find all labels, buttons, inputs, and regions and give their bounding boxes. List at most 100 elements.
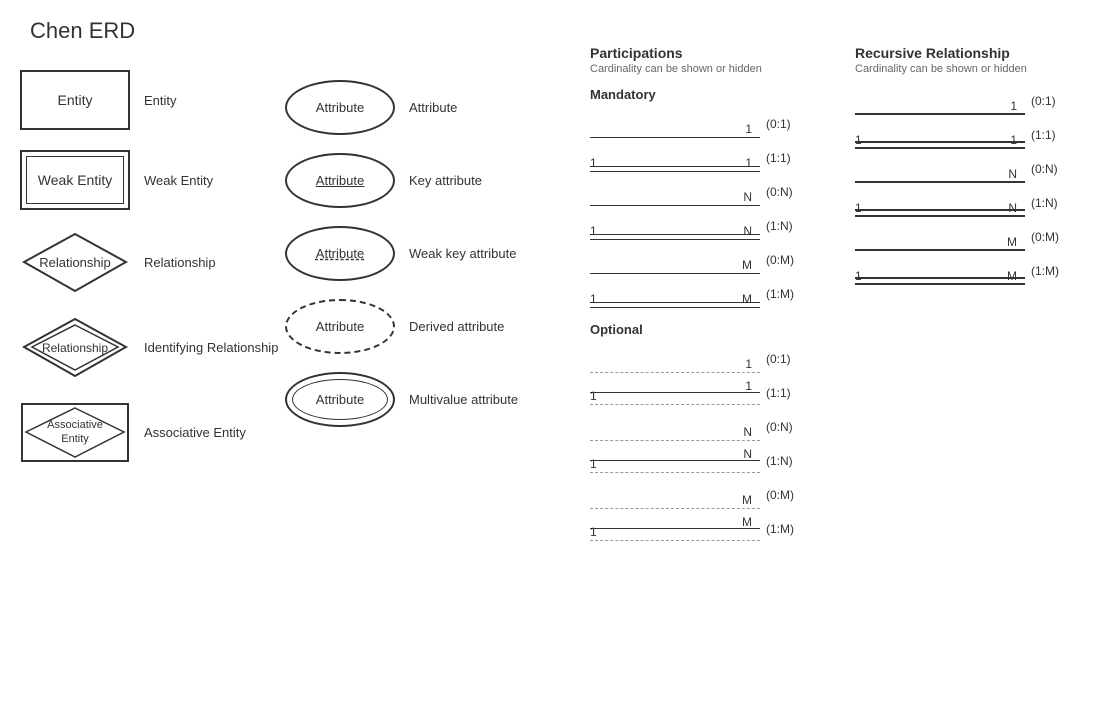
- recursive-section: Recursive Relationship Cardinality can b…: [855, 45, 1076, 291]
- mandatory-0-m-row: M (0:M): [590, 246, 811, 274]
- optional-1-n-row: 1 N (1:N): [590, 447, 811, 475]
- page-title: Chen ERD: [30, 18, 135, 44]
- optional-0-m-line: M: [590, 481, 760, 509]
- rec-0-m-line: M: [855, 223, 1025, 251]
- entity-label: Entity: [144, 93, 264, 108]
- weak-key-attribute-row: Attribute Weak key attribute: [285, 226, 539, 281]
- optional-1-n-line: 1 N: [590, 443, 760, 479]
- optional-1-1-line: 1 1: [590, 375, 760, 411]
- derived-attribute-label: Derived attribute: [409, 319, 539, 334]
- rec-1-1-row: 1 1 (1:1): [855, 121, 1076, 149]
- mandatory-0-1-right: 1: [745, 122, 752, 136]
- optional-0-n-row: N (0:N): [590, 413, 811, 441]
- mandatory-title: Mandatory: [590, 87, 811, 102]
- mandatory-1-1-label: (1:1): [766, 151, 811, 165]
- derived-attribute-shape: Attribute: [285, 299, 395, 354]
- optional-0-n-line: N: [590, 413, 760, 441]
- rec-1-n-right: N: [1008, 201, 1017, 215]
- recursive-title: Recursive Relationship: [855, 45, 1076, 61]
- attribute-shape-label: Attribute: [316, 100, 364, 115]
- mandatory-1-m-left: 1: [590, 292, 597, 306]
- optional-1-m-solid-top: [590, 528, 760, 529]
- weak-entity-row: Weak Entity Weak Entity: [20, 150, 278, 210]
- rec-1-m-label: (1:M): [1031, 264, 1076, 278]
- key-attribute-row: Attribute Key attribute: [285, 153, 539, 208]
- mandatory-1-m-line: 1 M: [590, 280, 760, 308]
- participations-subtitle: Cardinality can be shown or hidden: [590, 63, 811, 75]
- optional-0-n-right: N: [743, 425, 752, 439]
- derived-shape-label: Attribute: [316, 319, 364, 334]
- rec-0-m-solid-line: [855, 249, 1025, 251]
- rec-0-1-row: 1 (0:1): [855, 87, 1076, 115]
- mandatory-1-1-right: 1: [745, 156, 752, 170]
- mandatory-0-1-row: 1 (0:1): [590, 110, 811, 138]
- mandatory-1-n-double-line: [590, 239, 760, 240]
- rec-0-m-row: M (0:M): [855, 223, 1076, 251]
- optional-1-1-right: 1: [745, 379, 752, 393]
- optional-0-1-row: 1 (0:1): [590, 345, 811, 373]
- attributes-column: Attribute Attribute Attribute Key attrib…: [285, 70, 539, 445]
- mandatory-0-m-right: M: [742, 258, 752, 272]
- optional-1-m-dashed-bottom: [590, 540, 760, 541]
- mandatory-1-m-row: 1 M (1:M): [590, 280, 811, 308]
- optional-0-m-label: (0:M): [766, 488, 811, 502]
- key-attribute-label: Key attribute: [409, 173, 539, 188]
- rec-0-n-line: N: [855, 155, 1025, 183]
- rec-1-m-left: 1: [855, 269, 862, 283]
- mandatory-1-1-line: 1 1: [590, 144, 760, 172]
- multivalue-attribute-label: Multivalue attribute: [409, 392, 539, 407]
- mandatory-1-1-double-line: [590, 171, 760, 172]
- mandatory-1-n-line: 1 N: [590, 212, 760, 240]
- associative-entity-label: Associative Entity: [144, 425, 264, 440]
- mandatory-0-n-line: N: [590, 178, 760, 206]
- optional-1-n-solid-top: [590, 460, 760, 461]
- rec-0-1-solid-line: [855, 113, 1025, 115]
- mandatory-1-m-label: (1:M): [766, 287, 811, 301]
- identifying-relationship-row: Relationship Identifying Relationship: [20, 315, 278, 380]
- optional-1-n-right: N: [743, 447, 752, 461]
- optional-1-n-dashed-bottom: [590, 472, 760, 473]
- entity-shape-label: Entity: [57, 92, 92, 108]
- rec-0-m-right: M: [1007, 235, 1017, 249]
- mandatory-1-1-row: 1 1 (1:1): [590, 144, 811, 172]
- rec-1-n-line: 1 N: [855, 189, 1025, 217]
- assoc-entity-shape-label: AssociativeEntity: [47, 419, 103, 445]
- rec-1-n-double-line: [855, 215, 1025, 217]
- attribute-shape: Attribute: [285, 80, 395, 135]
- weak-key-shape-label: Attribute: [316, 246, 364, 261]
- rec-1-m-line: 1 M: [855, 257, 1025, 285]
- rec-1-m-right: M: [1007, 269, 1017, 283]
- relationship-label: Relationship: [144, 255, 264, 270]
- rec-1-1-left: 1: [855, 133, 862, 147]
- attribute-label: Attribute: [409, 100, 539, 115]
- mandatory-1-n-left: 1: [590, 224, 597, 238]
- mandatory-0-n-label: (0:N): [766, 185, 811, 199]
- mandatory-1-m-right: M: [742, 292, 752, 306]
- optional-0-m-dashed-line: [590, 508, 760, 509]
- multivalue-attribute-row: Attribute Multivalue attribute: [285, 372, 539, 427]
- id-relationship-shape-label: Relationship: [42, 341, 108, 355]
- optional-1-1-solid-top: [590, 392, 760, 393]
- optional-1-m-row: 1 M (1:M): [590, 515, 811, 543]
- relationship-row: Relationship Relationship: [20, 230, 278, 295]
- identifying-relationship-shape: Relationship: [20, 315, 130, 380]
- mandatory-0-1-line: 1: [590, 110, 760, 138]
- rec-0-1-label: (0:1): [1031, 94, 1076, 108]
- rec-1-m-row: 1 M (1:M): [855, 257, 1076, 285]
- mandatory-0-1-solid-line: [590, 137, 760, 138]
- optional-0-1-line: 1: [590, 345, 760, 373]
- associative-entity-shape: AssociativeEntity: [20, 400, 130, 465]
- rec-0-m-label: (0:M): [1031, 230, 1076, 244]
- rec-1-1-label: (1:1): [1031, 128, 1076, 142]
- mandatory-0-1-label: (0:1): [766, 117, 811, 131]
- weak-key-attribute-shape: Attribute: [285, 226, 395, 281]
- optional-1-1-dashed-bottom: [590, 404, 760, 405]
- optional-1-m-right: M: [742, 515, 752, 529]
- optional-1-n-label: (1:N): [766, 454, 811, 468]
- rec-0-n-solid-line: [855, 181, 1025, 183]
- associative-entity-row: AssociativeEntity Associative Entity: [20, 400, 278, 465]
- optional-0-m-right: M: [742, 493, 752, 507]
- relationship-shape-label: Relationship: [39, 255, 111, 270]
- weak-entity-shape: Weak Entity: [20, 150, 130, 210]
- rec-0-n-right: N: [1008, 167, 1017, 181]
